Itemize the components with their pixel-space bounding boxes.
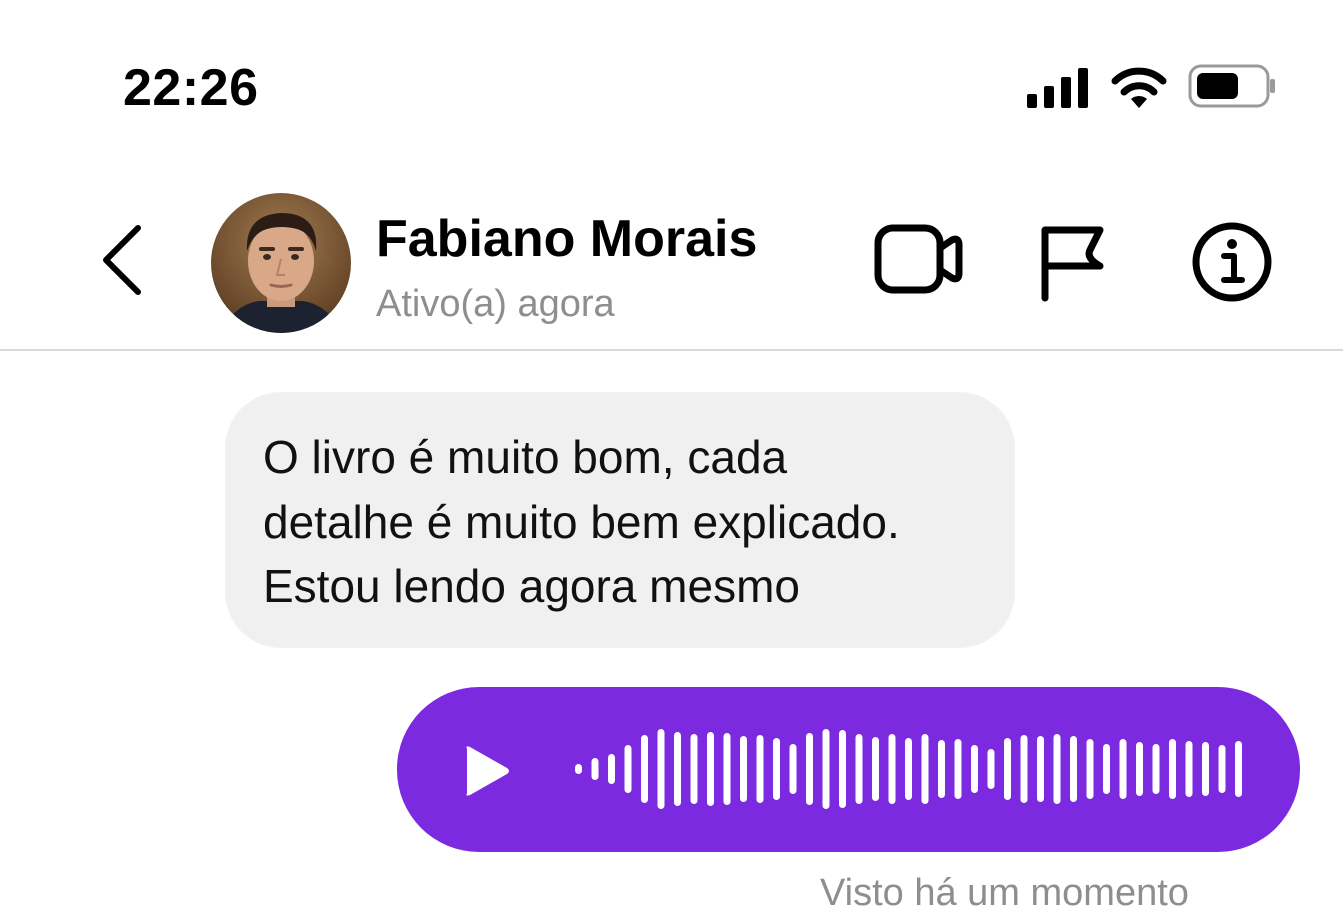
waveform-bar	[1185, 741, 1193, 797]
battery-icon	[1188, 64, 1275, 108]
waveform-bar	[839, 730, 846, 808]
waveform-bar	[1169, 739, 1176, 799]
waveform-bar	[1037, 736, 1044, 802]
back-button[interactable]	[92, 220, 152, 300]
waveform-bar	[1086, 739, 1094, 799]
report-flag-icon[interactable]	[1036, 222, 1108, 302]
waveform-bar	[690, 734, 698, 804]
message-text-line: Estou lendo agora mesmo	[263, 560, 800, 612]
waveform-bar	[756, 735, 764, 803]
waveform-bar	[1053, 734, 1061, 804]
play-icon[interactable]	[461, 743, 511, 799]
waveform-bar	[921, 734, 929, 804]
waveform-bar	[608, 754, 615, 784]
outgoing-voice-message[interactable]	[397, 687, 1300, 852]
waveform-bar	[1136, 742, 1143, 796]
contact-photo	[211, 193, 351, 333]
status-bar: 22:26	[0, 0, 1343, 150]
wifi-icon	[1111, 67, 1167, 108]
cellular-signal-icon	[1027, 68, 1088, 108]
waveform-bar	[773, 738, 780, 800]
waveform-bar	[657, 729, 665, 809]
waveform-bar	[1152, 744, 1160, 794]
waveform-bar	[1070, 736, 1077, 802]
waveform-bar	[822, 729, 830, 809]
audio-waveform[interactable]	[571, 687, 1251, 852]
waveform-bar	[954, 739, 962, 799]
waveform-bar	[888, 734, 896, 804]
waveform-bar	[987, 749, 995, 789]
chat-header: Fabiano Morais Ativo(a) agora	[0, 150, 1343, 351]
video-call-icon[interactable]	[873, 222, 965, 300]
waveform-bar	[740, 736, 747, 802]
waveform-bar	[855, 734, 863, 804]
contact-name[interactable]: Fabiano Morais	[376, 208, 757, 270]
waveform-bar	[938, 740, 945, 798]
waveform-bar	[641, 735, 648, 803]
waveform-bar	[1235, 741, 1242, 797]
contact-status: Ativo(a) agora	[376, 283, 615, 325]
waveform-bar	[806, 733, 813, 805]
avatar[interactable]	[211, 193, 351, 333]
waveform-bar	[872, 737, 879, 801]
waveform-bar	[789, 744, 797, 794]
waveform-bar	[707, 732, 714, 806]
waveform-bar	[591, 758, 599, 780]
waveform-bar	[1020, 735, 1028, 803]
waveform-bar	[1103, 744, 1110, 794]
waveform-bar	[674, 732, 681, 806]
waveform-bar	[905, 738, 912, 800]
waveform-bar	[1218, 745, 1226, 793]
waveform-bar	[1004, 738, 1011, 800]
seen-status: Visto há um momento	[820, 872, 1189, 914]
incoming-message-bubble[interactable]: O livro é muito bom, cada detalhe é muit…	[225, 392, 1015, 648]
waveform-bar	[723, 733, 731, 805]
waveform-bar	[624, 745, 632, 793]
message-text-line: detalhe é muito bem explicado.	[263, 495, 900, 548]
waveform-bar	[575, 764, 582, 774]
info-icon[interactable]	[1190, 220, 1274, 304]
waveform-bar	[971, 745, 978, 793]
waveform-bar	[1119, 739, 1127, 799]
waveform-bar	[1202, 742, 1209, 796]
status-time: 22:26	[123, 59, 259, 117]
message-text-line: O livro é muito bom, cada	[263, 431, 788, 483]
